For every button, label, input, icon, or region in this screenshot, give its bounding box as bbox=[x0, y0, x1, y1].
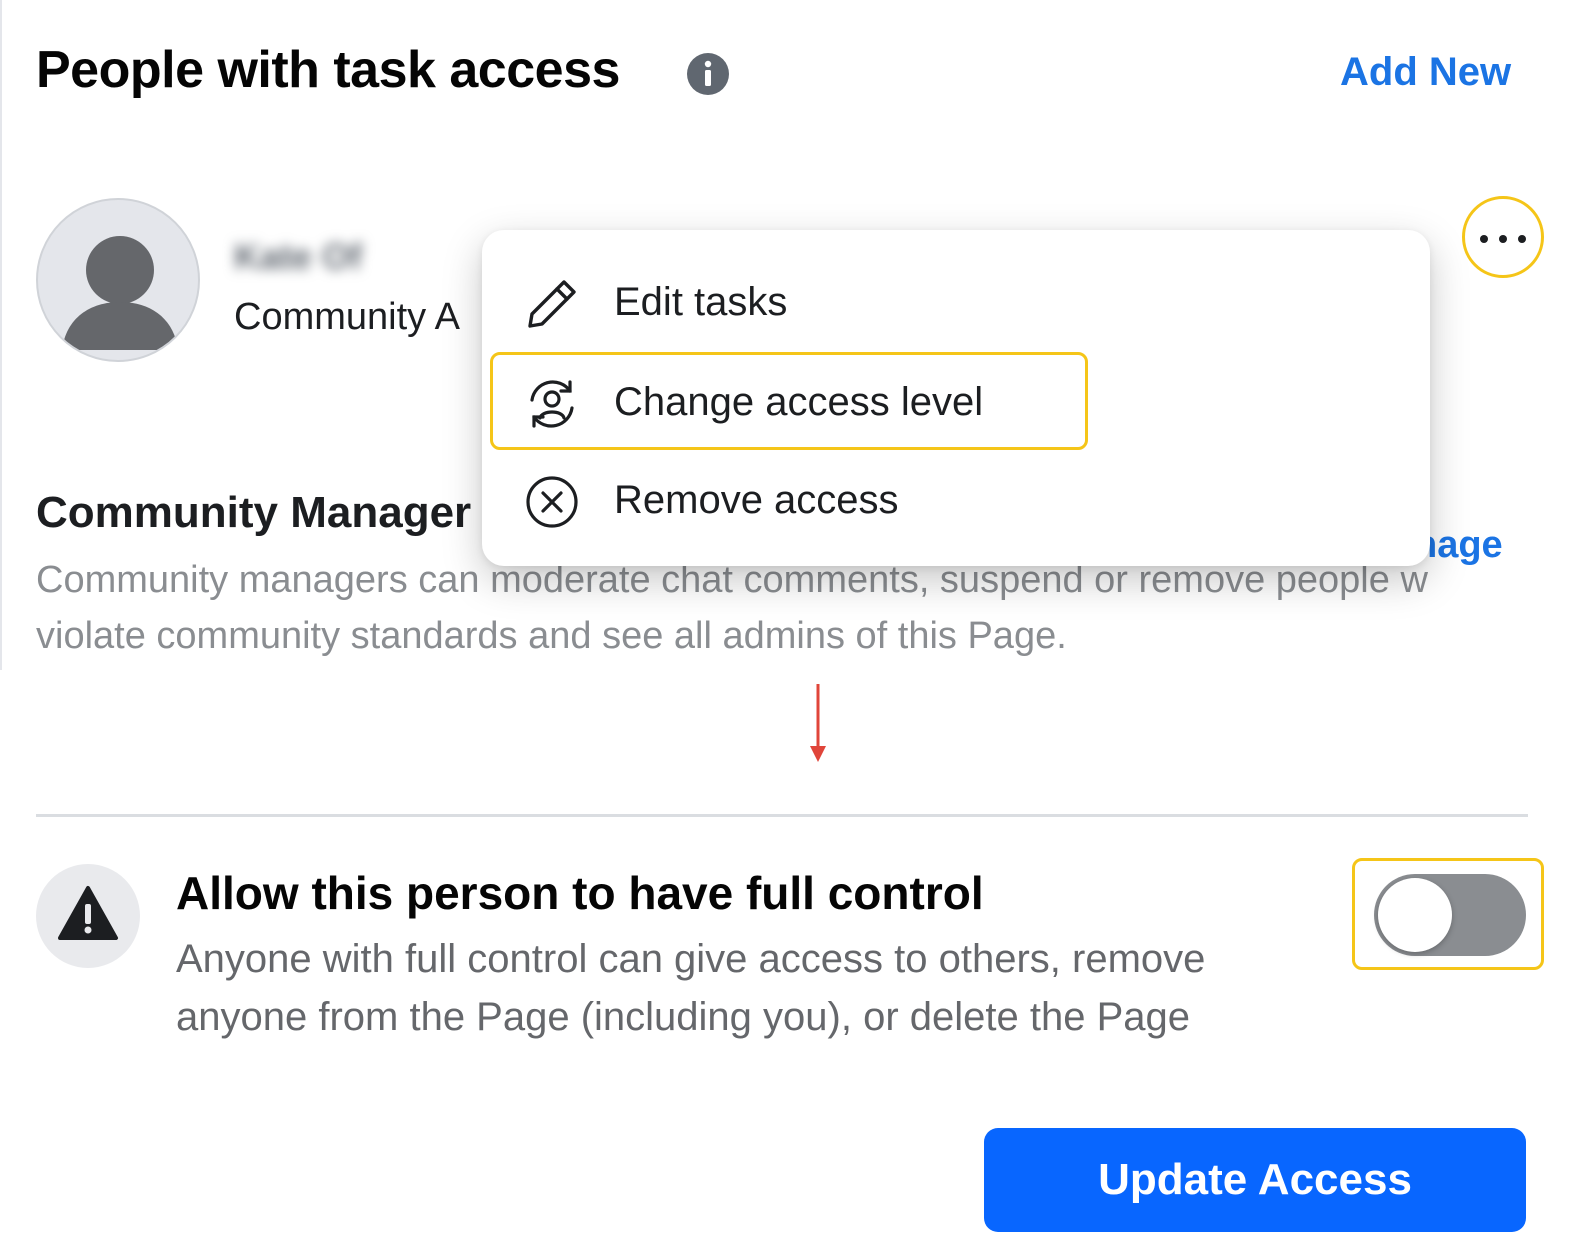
x-circle-icon bbox=[526, 476, 578, 528]
dot bbox=[1480, 235, 1488, 243]
warning-badge bbox=[36, 864, 140, 968]
menu-item-remove-access[interactable]: Remove access bbox=[482, 452, 1430, 548]
info-icon[interactable] bbox=[686, 52, 730, 96]
down-arrow-icon bbox=[810, 684, 826, 762]
dot bbox=[1499, 235, 1507, 243]
pencil-icon bbox=[528, 280, 576, 328]
page-title: People with task access bbox=[36, 41, 620, 99]
more-options-button[interactable] bbox=[1462, 196, 1544, 278]
menu-item-edit-tasks[interactable]: Edit tasks bbox=[482, 254, 1430, 350]
default-user-icon bbox=[62, 236, 178, 350]
person-role: Community A bbox=[234, 296, 460, 338]
menu-item-label: Remove access bbox=[614, 478, 899, 522]
avatar bbox=[36, 198, 200, 362]
full-control-title: Allow this person to have full control bbox=[176, 867, 984, 919]
full-control-toggle[interactable] bbox=[1374, 874, 1526, 956]
add-new-link[interactable]: Add New bbox=[1340, 50, 1511, 95]
full-control-description: Anyone with full control can give access… bbox=[176, 937, 1206, 1039]
task-access-panel: People with task access Add New Kate Of … bbox=[0, 0, 1569, 670]
role-heading: Community Manager bbox=[36, 488, 472, 537]
person-name: Kate Of bbox=[234, 236, 363, 277]
update-access-button[interactable]: Update Access bbox=[984, 1128, 1526, 1232]
role-description: Community managers can moderate chat com… bbox=[36, 552, 1566, 664]
toggle-knob bbox=[1378, 878, 1452, 952]
divider bbox=[36, 814, 1528, 817]
dot bbox=[1518, 235, 1526, 243]
role-description-line: violate community standards and see all … bbox=[36, 615, 1067, 657]
change-access-highlight bbox=[490, 352, 1088, 450]
warning-icon bbox=[58, 886, 118, 940]
menu-item-label: Edit tasks bbox=[614, 280, 788, 324]
